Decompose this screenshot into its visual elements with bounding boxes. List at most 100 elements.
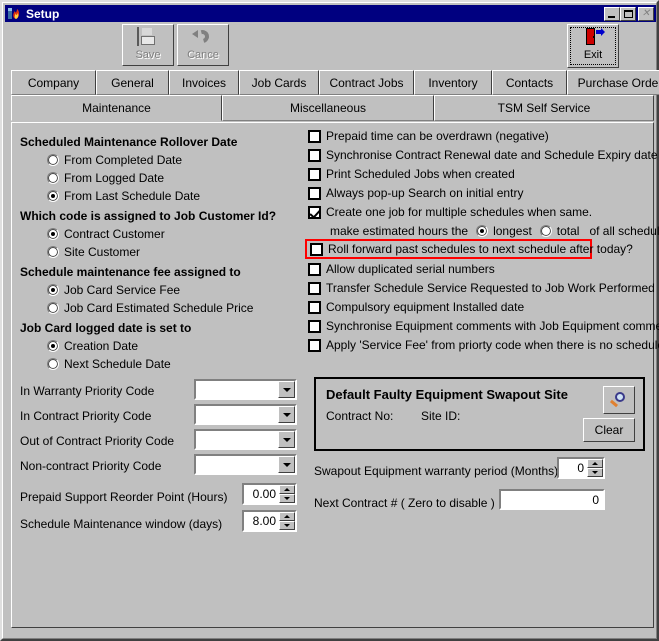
option-label: Site Customer xyxy=(64,245,141,259)
tab-purchase-orders[interactable]: Purchase Orders xyxy=(567,70,659,95)
tab-tsm-self-service[interactable]: TSM Self Service xyxy=(434,95,654,121)
exit-button[interactable]: Exit xyxy=(567,24,619,68)
tab-maintenance[interactable]: Maintenance xyxy=(11,95,222,121)
combo-in-contract-priority-code[interactable] xyxy=(194,404,297,425)
chevron-down-icon[interactable] xyxy=(278,431,295,448)
estimated-hours-suffix: of all schedules xyxy=(589,224,659,238)
tab-contract-jobs[interactable]: Contract Jobs xyxy=(319,70,414,95)
clear-button[interactable]: Clear xyxy=(583,418,635,442)
checkbox-roll-forward-past-schedules[interactable]: Roll forward past schedules to next sche… xyxy=(310,242,633,256)
radio-contract-customer[interactable]: Contract Customer xyxy=(47,227,165,241)
tab-job-cards[interactable]: Job Cards xyxy=(239,70,319,95)
spinner-down-icon[interactable] xyxy=(279,521,295,530)
contract-no-label: Contract No: xyxy=(326,409,394,423)
tab-invoices[interactable]: Invoices xyxy=(169,70,239,95)
estimated-hours-option-total: total xyxy=(556,224,580,238)
maximize-icon[interactable] xyxy=(620,6,636,21)
radio-icon xyxy=(47,358,59,370)
spinner-down-icon[interactable] xyxy=(279,494,295,503)
radio-job-card-estimated-schedule-price[interactable]: Job Card Estimated Schedule Price xyxy=(47,301,253,315)
spinner-up-icon[interactable] xyxy=(279,485,295,494)
checkbox-allow-duplicated-serial-numbers[interactable]: Allow duplicated serial numbers xyxy=(308,262,495,276)
chevron-down-icon[interactable] xyxy=(278,381,295,398)
undo-arrow-icon xyxy=(192,27,214,48)
minimize-icon[interactable] xyxy=(604,6,620,21)
checkbox-icon xyxy=(308,148,321,162)
radio-next-schedule-date[interactable]: Next Schedule Date xyxy=(47,357,171,371)
chevron-down-icon[interactable] xyxy=(278,406,295,423)
radio-icon xyxy=(47,154,59,166)
checkbox-create-one-job-multiple-schedules[interactable]: Create one job for multiple schedules wh… xyxy=(308,205,592,219)
label-in-contract-priority-code: In Contract Priority Code xyxy=(20,409,152,423)
combo-non-contract-priority-code[interactable] xyxy=(194,454,297,475)
tab-inventory[interactable]: Inventory xyxy=(414,70,492,95)
combo-in-warranty-priority-code[interactable] xyxy=(194,379,297,400)
checkbox-icon xyxy=(308,186,321,200)
group-heading-logged-date: Job Card logged date is set to xyxy=(20,321,192,335)
radio-icon[interactable] xyxy=(476,225,489,237)
input-next-contract-number[interactable]: 0 xyxy=(499,489,605,510)
maintenance-panel: Scheduled Maintenance Rollover Date From… xyxy=(11,122,659,628)
checkbox-apply-service-fee-from-priority-code[interactable]: Apply 'Service Fee' from priorty code wh… xyxy=(308,338,659,352)
checkbox-always-popup-search[interactable]: Always pop-up Search on initial entry xyxy=(308,186,523,200)
checkbox-print-scheduled-jobs[interactable]: Print Scheduled Jobs when created xyxy=(308,167,515,181)
radio-icon xyxy=(47,302,59,314)
spinner-up-icon[interactable] xyxy=(587,459,603,468)
tab-label: Company xyxy=(27,75,80,90)
spinner-value[interactable]: 0.00 xyxy=(244,485,279,503)
radio-icon xyxy=(47,340,59,352)
estimated-hours-option-longest: longest xyxy=(493,224,532,238)
option-label: Contract Customer xyxy=(64,227,165,241)
tab-miscellaneous[interactable]: Miscellaneous xyxy=(222,95,434,121)
checkbox-label: Synchronise Equipment comments with Job … xyxy=(326,319,659,333)
cancel-button[interactable]: Cance xyxy=(177,24,229,66)
tab-general[interactable]: General xyxy=(96,70,169,95)
checkbox-transfer-schedule-service-requested[interactable]: Transfer Schedule Service Requested to J… xyxy=(308,281,655,295)
option-label: Job Card Estimated Schedule Price xyxy=(64,301,254,315)
radio-creation-date[interactable]: Creation Date xyxy=(47,339,138,353)
option-label: From Last Schedule Date xyxy=(64,189,201,203)
combo-out-of-contract-priority-code[interactable] xyxy=(194,429,297,450)
radio-job-card-service-fee[interactable]: Job Card Service Fee xyxy=(47,283,180,297)
tab-label: Purchase Orders xyxy=(577,75,659,90)
radio-from-logged-date[interactable]: From Logged Date xyxy=(47,171,164,185)
radio-from-last-schedule-date[interactable]: From Last Schedule Date xyxy=(47,189,200,203)
option-label: Creation Date xyxy=(64,339,139,353)
spinner-swapout-warranty-period[interactable]: 0 xyxy=(557,457,605,479)
radio-from-completed-date[interactable]: From Completed Date xyxy=(47,153,182,167)
spinner-value[interactable]: 0 xyxy=(559,459,587,477)
tab-contacts[interactable]: Contacts xyxy=(492,70,567,95)
cancel-button-label: Cance xyxy=(187,49,219,61)
tab-company[interactable]: Company xyxy=(11,70,96,95)
spinner-prepaid-support-reorder-point[interactable]: 0.00 xyxy=(242,483,297,505)
checkbox-label: Allow duplicated serial numbers xyxy=(326,262,495,276)
label-out-of-contract-priority-code: Out of Contract Priority Code xyxy=(20,434,175,448)
checkbox-prepaid-time-overdrawn[interactable]: Prepaid time can be overdrawn (negative) xyxy=(308,129,549,143)
radio-site-customer[interactable]: Site Customer xyxy=(47,245,140,259)
radio-icon xyxy=(47,284,59,296)
checkbox-label: Create one job for multiple schedules wh… xyxy=(326,205,593,219)
option-label: Next Schedule Date xyxy=(64,357,171,371)
checkbox-synchronise-contract-renewal[interactable]: Synchronise Contract Renewal date and Sc… xyxy=(308,148,658,162)
close-icon[interactable]: ✕ xyxy=(638,6,654,21)
checkbox-label: Compulsory equipment Installed date xyxy=(326,300,525,314)
focus-ring xyxy=(570,27,616,65)
option-label: From Completed Date xyxy=(64,153,183,167)
checkbox-label: Synchronise Contract Renewal date and Sc… xyxy=(326,148,658,162)
checkbox-icon xyxy=(308,205,321,219)
radio-icon[interactable] xyxy=(539,225,552,237)
spinner-up-icon[interactable] xyxy=(279,512,295,521)
save-button[interactable]: Save xyxy=(122,24,174,66)
chevron-down-icon[interactable] xyxy=(278,456,295,473)
title-bar[interactable]: Setup ✕ xyxy=(5,5,656,22)
tab-label: Miscellaneous xyxy=(289,101,367,115)
spinner-down-icon[interactable] xyxy=(587,468,603,477)
spinner-value[interactable]: 8.00 xyxy=(244,512,279,530)
label-next-contract-number: Next Contract # ( Zero to disable ) xyxy=(314,496,495,510)
checkbox-compulsory-equipment-installed-date[interactable]: Compulsory equipment Installed date xyxy=(308,300,524,314)
checkbox-icon xyxy=(308,129,321,143)
tab-label: Job Cards xyxy=(251,75,307,90)
checkbox-synchronise-equipment-comments[interactable]: Synchronise Equipment comments with Job … xyxy=(308,319,659,333)
spinner-schedule-maintenance-window[interactable]: 8.00 xyxy=(242,510,297,532)
swapout-search-button[interactable] xyxy=(603,386,635,414)
